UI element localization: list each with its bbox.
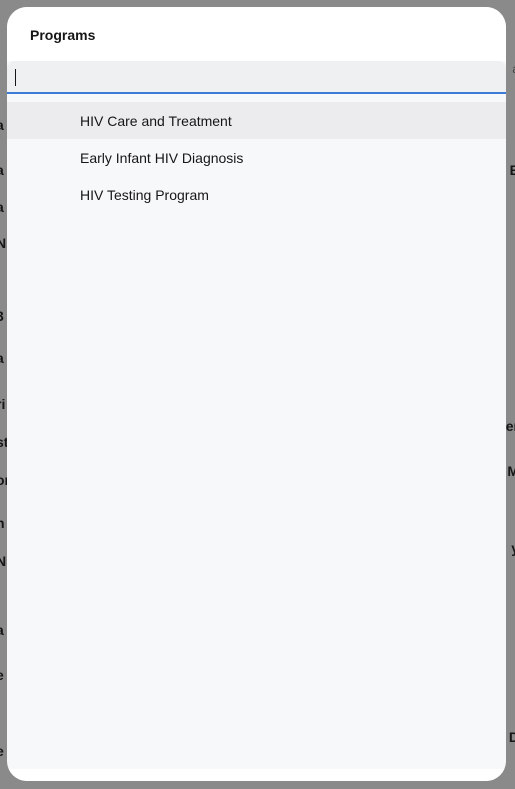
modal-title: Programs [30, 27, 96, 43]
search-input[interactable] [7, 61, 506, 92]
search-field[interactable] [7, 61, 506, 94]
program-option[interactable]: Early Infant HIV Diagnosis [7, 139, 506, 176]
text-cursor [15, 69, 16, 86]
program-list: HIV Care and Treatment Early Infant HIV … [7, 102, 506, 213]
programs-modal: Programs HIV Care and Treatment Early In… [7, 7, 506, 781]
program-option[interactable]: HIV Care and Treatment [7, 102, 506, 139]
modal-header: Programs [7, 7, 506, 61]
modal-footer [7, 769, 506, 781]
program-option[interactable]: HIV Testing Program [7, 176, 506, 213]
